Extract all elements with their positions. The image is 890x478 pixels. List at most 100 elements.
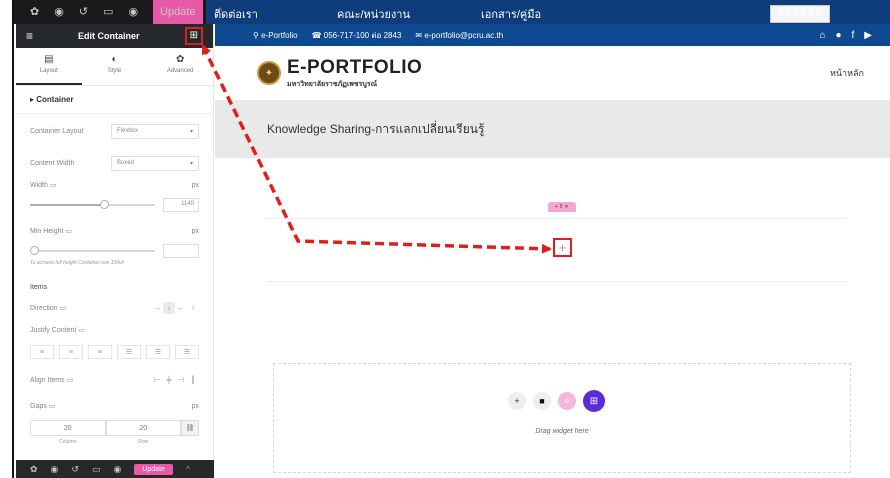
container-layout-select[interactable]: Flexbox ▾: [111, 123, 199, 139]
content-width-row: Content Width Boxed ▾: [16, 152, 213, 174]
youtube-icon[interactable]: ▶: [864, 30, 872, 41]
gap-column-label: Column: [59, 439, 77, 445]
gaps-label: Gaps ▭: [30, 403, 56, 410]
nav-documents[interactable]: เอกสาร/คู่มือ: [481, 5, 541, 23]
justify-end-icon[interactable]: ≡: [88, 345, 112, 359]
preview-icon[interactable]: ◉: [113, 464, 121, 475]
justify-evenly-icon[interactable]: ☰: [175, 345, 199, 359]
align-stretch-icon[interactable]: ║: [187, 374, 199, 386]
responsive-icon[interactable]: ▭: [103, 0, 113, 24]
ai-sparkle-icon[interactable]: ✧: [558, 392, 576, 410]
gap-column-input[interactable]: 20: [30, 420, 106, 436]
advanced-icon: ✿: [175, 54, 185, 65]
justify-between-icon[interactable]: ☰: [117, 345, 141, 359]
template-kit-icon[interactable]: ⊞: [583, 390, 605, 412]
panel-title: Edit Container: [78, 31, 140, 41]
preview-icon[interactable]: ◉: [128, 0, 138, 24]
layers-icon[interactable]: ◉: [54, 0, 64, 24]
gap-labels: Column Row: [16, 439, 213, 445]
site-top-nav: ติดต่อเรา คณะ/หน่วยงาน เอกสาร/คู่มือ 000…: [206, 0, 890, 24]
admin-top-bar: ✿ ◉ ↺ ▭ ◉ Update ^ ติดต่อเรา คณะ/หน่วยงา…: [14, 0, 890, 26]
phone-info: ☎ 056-717-100 ต่อ 2843: [311, 30, 402, 40]
content-width-label: Content Width: [30, 159, 75, 167]
history-icon[interactable]: ↺: [79, 0, 88, 24]
direction-row-icon[interactable]: →: [151, 302, 163, 314]
nav-contact[interactable]: ติดต่อเรา: [214, 5, 258, 23]
min-height-slider[interactable]: [30, 246, 155, 255]
site-header: ✦ E-PORTFOLIO มหาวิทยาลัยราชภัฏเพชรบูรณ์…: [215, 46, 890, 100]
content-width-select[interactable]: Boxed ▾: [111, 155, 199, 171]
widgets-grid-icon[interactable]: ⊞: [184, 27, 203, 45]
width-slider-row: 1140: [16, 196, 213, 214]
portfolio-link[interactable]: ⚲ e-Portfolio: [253, 31, 298, 40]
add-section-icon[interactable]: +: [508, 392, 526, 410]
drop-area-label: Drag widget here: [535, 428, 589, 435]
update-button[interactable]: Update: [134, 463, 173, 475]
folder-icon[interactable]: ■: [533, 392, 551, 410]
container-top-border: [267, 218, 847, 219]
width-slider[interactable]: [30, 200, 155, 209]
widget-drop-area[interactable]: + ■ ✧ ⊞ Drag widget here: [273, 363, 851, 473]
tab-layout[interactable]: ▤ Layout: [16, 48, 82, 85]
justify-label: Justify Content ▭: [30, 327, 85, 334]
top-toolbar-icons: ✿ ◉ ↺ ▭ ◉ Update ^: [14, 0, 223, 26]
min-height-label: Min Height ▭: [30, 228, 73, 235]
drop-area-buttons: + ■ ✧ ⊞: [508, 390, 605, 412]
nav-home[interactable]: หน้าหลัก: [830, 66, 864, 80]
container-bottom-border: [267, 281, 847, 282]
page-title: Knowledge Sharing-การแลกเปลี่ยนเรียนรู้: [267, 121, 485, 136]
panel-tabs: ▤ Layout ◐ Style ✿ Advanced: [16, 48, 213, 86]
settings-icon[interactable]: ✿: [30, 0, 39, 24]
align-row: Align Items ▭ ⊢ ╪ ⊣ ║: [16, 369, 213, 391]
email-info[interactable]: ✉ e-portfolio@pcru.ac.th: [415, 31, 503, 40]
site-logo[interactable]: E-PORTFOLIO มหาวิทยาลัยราชภัฏเพชรบูรณ์: [287, 57, 422, 90]
min-height-row: Min Height ▭ px: [16, 220, 213, 242]
home-icon[interactable]: ⌂: [819, 30, 825, 41]
add-element-button[interactable]: +: [553, 238, 572, 257]
justify-around-icon[interactable]: ☰: [146, 345, 170, 359]
gaps-row: Gaps ▭ px: [16, 395, 213, 417]
direction-column-reverse-icon[interactable]: ↑: [187, 302, 199, 314]
align-label: Align Items ▭: [30, 377, 74, 384]
direction-buttons: → ↓ ← ↑: [151, 302, 199, 314]
tab-advanced[interactable]: ✿ Advanced: [147, 48, 213, 85]
direction-column-icon[interactable]: ↓: [163, 302, 175, 314]
justify-center-icon[interactable]: ≡: [59, 345, 83, 359]
container-handle[interactable]: + ⠿ ✕: [548, 202, 576, 212]
university-seal-icon: ✦: [257, 61, 281, 85]
container-layout-row: Container Layout Flexbox ▾: [16, 120, 213, 142]
nav-faculty[interactable]: คณะ/หน่วยงาน: [337, 5, 410, 23]
container-layout-label: Container Layout: [30, 127, 84, 135]
direction-row-reverse-icon[interactable]: ←: [175, 302, 187, 314]
width-input[interactable]: 1140: [163, 198, 199, 212]
layout-icon: ▤: [44, 54, 54, 65]
align-center-icon[interactable]: ╪: [163, 374, 175, 386]
align-end-icon[interactable]: ⊣: [175, 374, 187, 386]
site-canvas: ⚲ e-Portfolio ☎ 056-717-100 ต่อ 2843 ✉ e…: [215, 24, 890, 478]
layers-icon[interactable]: ◉: [51, 464, 59, 475]
chevron-up-icon[interactable]: ^: [186, 464, 190, 474]
width-unit[interactable]: px: [192, 182, 199, 189]
section-container[interactable]: ▸ Container: [16, 86, 213, 114]
justify-start-icon[interactable]: ≡: [30, 345, 54, 359]
tab-style[interactable]: ◐ Style: [82, 48, 148, 85]
update-button[interactable]: Update: [153, 0, 203, 26]
gap-row-input[interactable]: 20: [105, 420, 181, 436]
items-heading: Items: [30, 284, 48, 291]
settings-icon[interactable]: ✿: [30, 464, 38, 475]
hamburger-menu-icon[interactable]: ≡: [26, 29, 33, 43]
min-height-hint: To achieve full height Container use 100…: [30, 260, 125, 266]
direction-row: Direction ▭ → ↓ ← ↑: [16, 297, 213, 319]
min-height-unit[interactable]: px: [192, 228, 199, 235]
gaps-unit[interactable]: px: [192, 403, 199, 410]
min-height-input[interactable]: [163, 244, 199, 258]
visitor-counter: 000005: [770, 5, 830, 23]
history-icon[interactable]: ↺: [71, 464, 79, 475]
align-start-icon[interactable]: ⊢: [151, 374, 163, 386]
facebook-icon[interactable]: f: [852, 30, 855, 41]
messenger-icon[interactable]: ●: [835, 30, 841, 41]
social-icons: ⌂ ● f ▶: [819, 30, 872, 41]
responsive-icon[interactable]: ▭: [92, 464, 101, 475]
link-icon[interactable]: ⛓: [181, 420, 199, 436]
editor-panel: ≡ Edit Container ⊞ ▤ Layout ◐ Style ✿ Advan…: [16, 24, 214, 460]
